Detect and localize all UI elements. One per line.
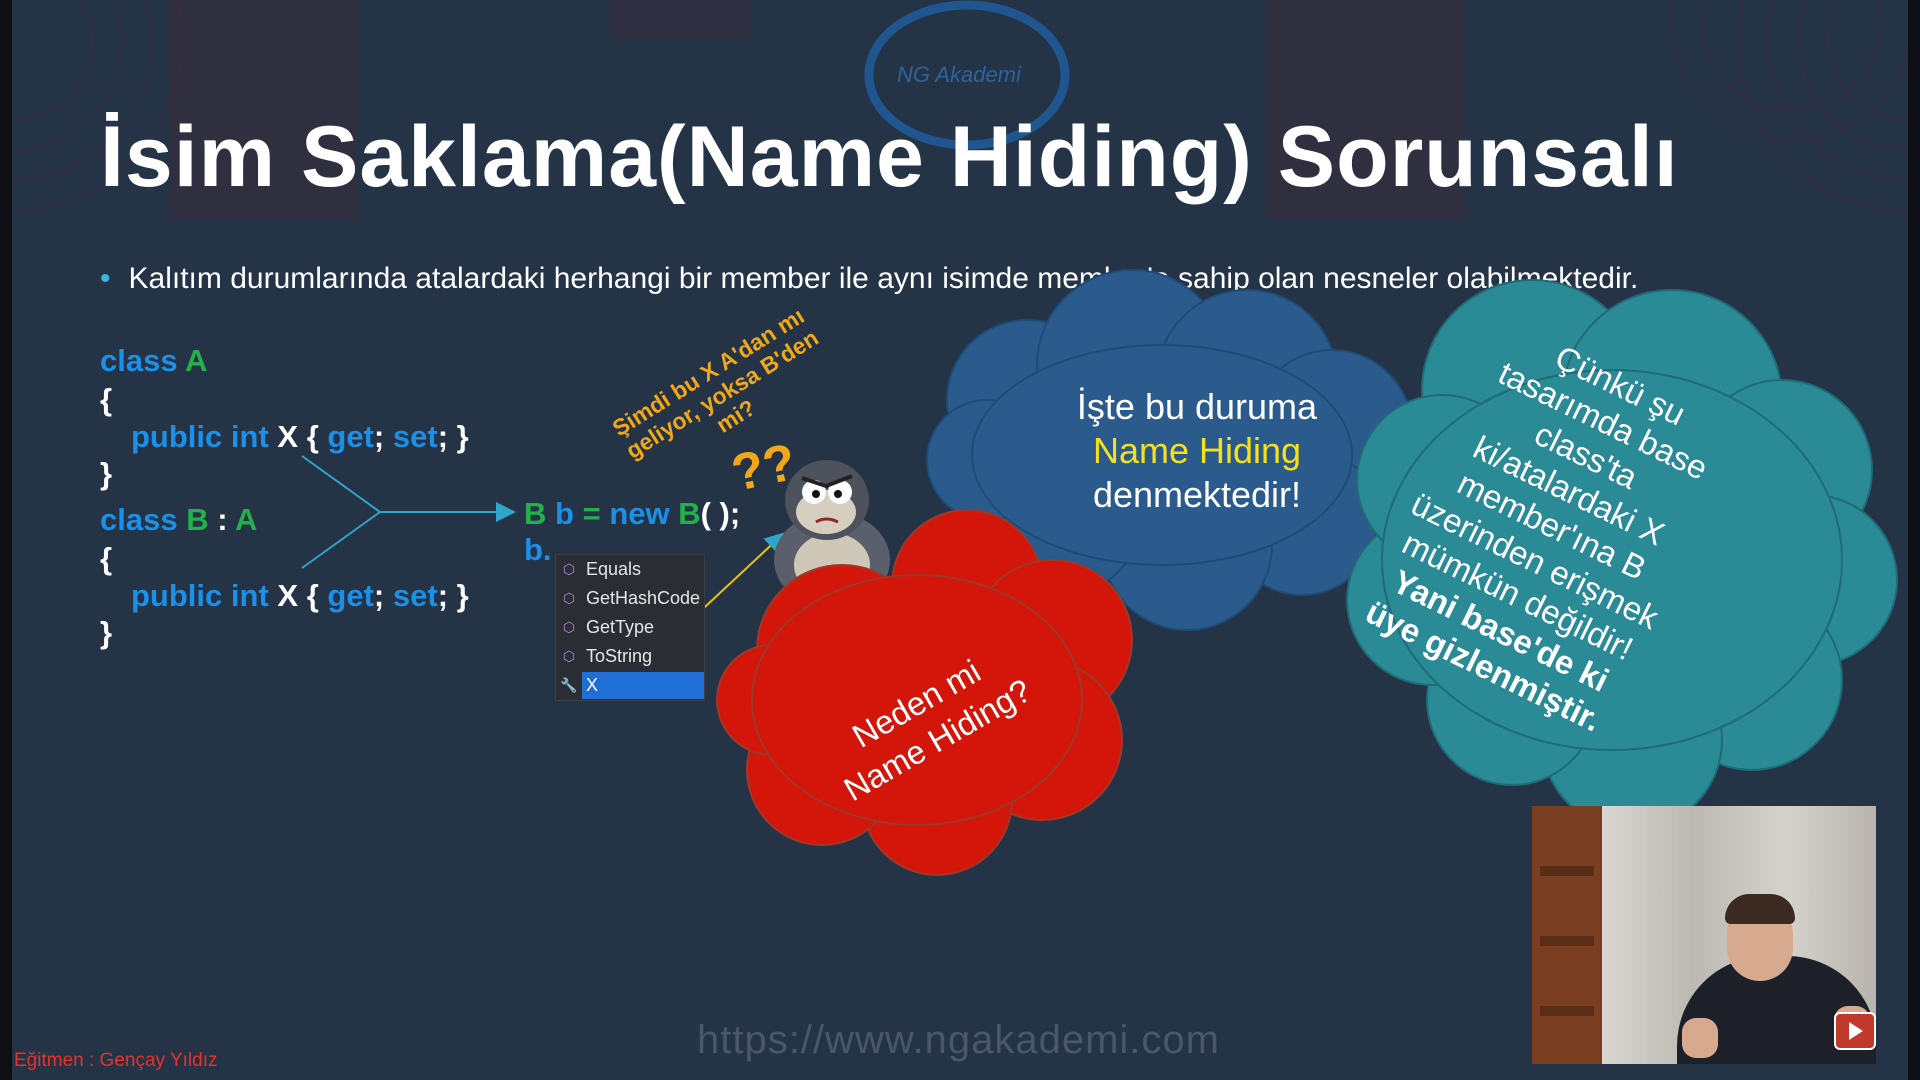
cloud-highlight: Name Hiding <box>1092 430 1302 471</box>
blue-cloud-text: İşte bu duruma Name Hiding denmektedir! <box>1047 385 1347 517</box>
cloud-line: İşte bu duruma <box>1076 386 1318 427</box>
url-watermark: https://www.ngakademi.com <box>697 1018 1220 1062</box>
cloud-line: denmektedir! <box>1092 474 1302 515</box>
webcam-feed <box>1532 806 1876 1064</box>
instructor-caption: Eğitmen : Gençay Yıldız <box>14 1050 218 1071</box>
person-hand <box>1682 1018 1718 1058</box>
bookshelf <box>1532 806 1602 1064</box>
play-button-icon[interactable] <box>1834 1012 1876 1050</box>
slide: NG Akademi İsim Saklama(Name Hiding) Sor… <box>12 0 1908 1080</box>
